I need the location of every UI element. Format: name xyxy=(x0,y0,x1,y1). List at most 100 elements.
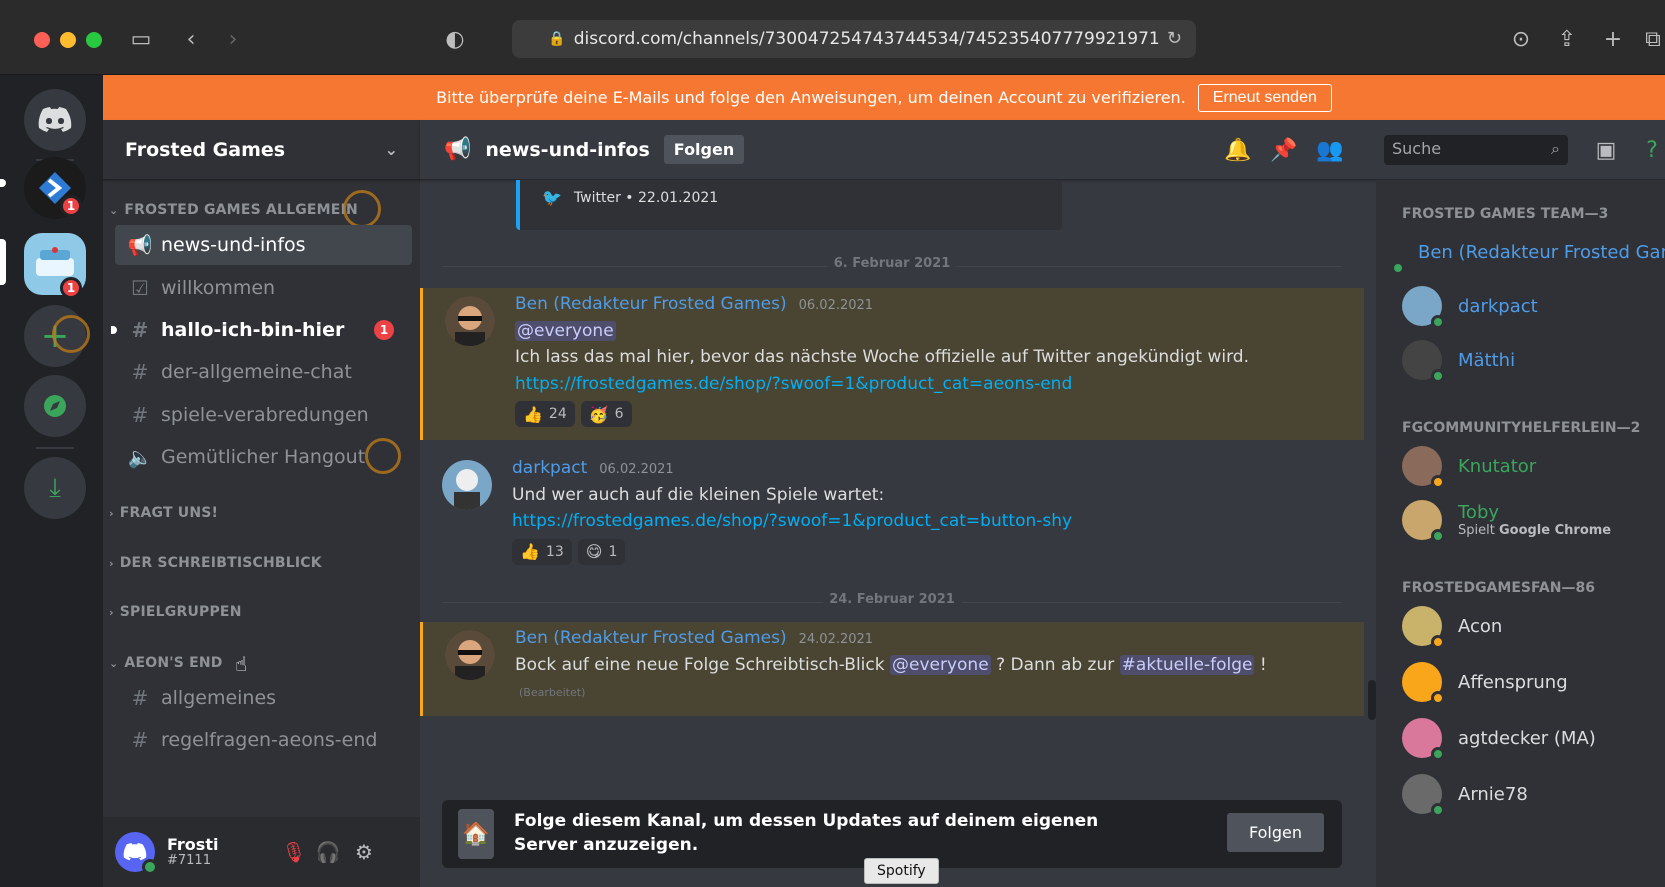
download-apps-button[interactable]: ⤓ xyxy=(24,457,86,519)
everyone-mention[interactable]: @everyone xyxy=(515,321,616,341)
online-status-icon xyxy=(1391,261,1405,275)
downloads-icon[interactable]: ⊙ xyxy=(1504,22,1538,56)
channel-spiele-verabredungen[interactable]: # spiele-verabredungen xyxy=(115,395,412,435)
avatar[interactable] xyxy=(442,460,492,510)
message-item[interactable]: Ben (Redakteur Frosted Games) 24.02.2021… xyxy=(420,622,1364,716)
channel-news-und-infos[interactable]: 📢 news-und-infos xyxy=(115,225,412,265)
member-name: agtdecker (MA) xyxy=(1458,727,1596,749)
discord-home-button[interactable] xyxy=(24,89,86,151)
activity-name: Google Chrome xyxy=(1498,523,1612,538)
channel-der-allgemeine-chat[interactable]: # der-allgemeine-chat xyxy=(115,352,412,392)
tab-overview-icon[interactable]: ⧉ xyxy=(1636,22,1665,56)
channel-label: der-allgemeine-chat xyxy=(161,361,352,383)
category-frosted-games-allgemein[interactable]: ⌄ FROSTED GAMES ALLGEMEIN xyxy=(109,202,358,218)
party-face-icon: 🥳 xyxy=(588,404,609,424)
everyone-mention[interactable]: @everyone xyxy=(889,655,991,675)
message-author[interactable]: darkpact xyxy=(512,458,587,478)
scrollbar[interactable] xyxy=(1368,680,1376,720)
member-item[interactable]: Arnie78 xyxy=(1402,770,1665,818)
explore-servers-button[interactable] xyxy=(24,375,86,437)
idle-status-icon xyxy=(1431,635,1445,649)
resend-email-button[interactable]: Erneut senden xyxy=(1197,83,1332,112)
verification-banner: Bitte überprüfe deine E-Mails und folge … xyxy=(103,75,1665,120)
category-fragt-uns[interactable]: › FRAGT UNS! xyxy=(109,505,218,521)
member-name: Affensprung xyxy=(1458,671,1568,693)
headphones-icon[interactable]: 🎧 xyxy=(315,839,341,865)
category-label: DER SCHREIBTISCHBLICK xyxy=(119,555,322,571)
message-item[interactable]: darkpact 06.02.2021 Und wer auch auf die… xyxy=(420,452,1364,580)
member-item[interactable]: Ben (Redakteur Frosted Games) xyxy=(1391,228,1665,276)
category-aeons-end[interactable]: ⌄ AEON'S END xyxy=(109,655,223,671)
member-item[interactable]: darkpact xyxy=(1402,282,1665,330)
member-list-icon[interactable]: 👥 xyxy=(1316,136,1344,164)
close-window-button[interactable] xyxy=(34,32,50,48)
minimize-window-button[interactable] xyxy=(60,32,76,48)
channel-label: allgemeines xyxy=(161,687,277,709)
pin-icon[interactable]: 📌 xyxy=(1270,136,1298,164)
unread-indicator xyxy=(0,179,6,187)
category-label: FRAGT UNS! xyxy=(119,505,219,521)
channel-hallo-ich-bin-hier[interactable]: # hallo-ich-bin-hier 1 xyxy=(111,310,412,350)
member-list: FROSTED GAMES TEAM—3 Ben (Redakteur Fros… xyxy=(1376,180,1665,887)
user-avatar-image xyxy=(445,296,495,346)
member-item[interactable]: agtdecker (MA) xyxy=(1402,714,1665,762)
download-icon: ⤓ xyxy=(49,472,61,503)
avatar[interactable] xyxy=(115,832,158,875)
reaction-thumbs-up[interactable]: 👍 13 xyxy=(512,538,572,565)
avatar[interactable] xyxy=(445,296,495,346)
date-divider: 24. Februar 2021 xyxy=(442,592,1342,607)
channel-regelfragen-aeons-end[interactable]: # regelfragen-aeons-end xyxy=(115,720,412,760)
category-label: FROSTED GAMES ALLGEMEIN xyxy=(124,202,358,218)
mute-microphone-icon[interactable]: 🎙 xyxy=(281,839,307,865)
member-item[interactable]: Mätthi xyxy=(1402,336,1665,384)
member-item[interactable]: Toby Spielt Google Chrome xyxy=(1402,496,1665,544)
zoom-window-button[interactable] xyxy=(86,32,102,48)
notification-bell-icon[interactable]: 🔔 xyxy=(1224,136,1252,164)
channel-mention[interactable]: #aktuelle-folge xyxy=(1119,655,1255,675)
new-tab-icon[interactable]: + xyxy=(1596,22,1630,56)
message-item[interactable]: Ben (Redakteur Frosted Games) 06.02.2021… xyxy=(420,288,1364,440)
member-group-header: FROSTEDGAMESFAN—86 xyxy=(1402,580,1595,596)
privacy-shield-icon[interactable]: ◐ xyxy=(438,22,472,56)
message-author[interactable]: Ben (Redakteur Frosted Games) xyxy=(515,628,787,648)
back-icon[interactable]: ‹ xyxy=(174,22,208,56)
sidebar-toggle-icon[interactable]: ▭ xyxy=(124,22,158,56)
category-der-schreibtischblick[interactable]: › DER SCHREIBTISCHBLICK xyxy=(109,555,322,571)
member-item[interactable]: Knutator xyxy=(1402,442,1665,490)
reload-icon[interactable]: ↻ xyxy=(1167,28,1182,49)
member-group-header: FROSTED GAMES TEAM—3 xyxy=(1402,206,1609,222)
help-icon[interactable]: ? xyxy=(1638,136,1665,164)
message-author[interactable]: Ben (Redakteur Frosted Games) xyxy=(515,294,787,314)
avatar[interactable] xyxy=(445,630,495,680)
message-body: Ben (Redakteur Frosted Games) 24.02.2021… xyxy=(515,628,1344,705)
verification-text: Bitte überprüfe deine E-Mails und folge … xyxy=(436,88,1186,107)
forward-icon[interactable]: › xyxy=(216,22,250,56)
chevron-down-icon: ⌄ xyxy=(109,656,119,670)
message-link[interactable]: https://frostedgames.de/shop/?swoof=1&pr… xyxy=(512,511,1072,531)
guild-header[interactable]: Frosted Games ⌄ xyxy=(103,120,420,180)
reaction-party[interactable]: 🥳 6 xyxy=(580,401,632,428)
channel-willkommen[interactable]: ☑ willkommen xyxy=(115,268,412,308)
date-divider: 6. Februar 2021 xyxy=(442,256,1342,271)
channel-allgemeines[interactable]: # allgemeines xyxy=(115,678,412,718)
member-item[interactable]: Affensprung xyxy=(1402,658,1665,706)
follow-channel-button[interactable]: Folgen xyxy=(663,135,745,164)
message-line: Und wer auch auf die kleinen Spiele wart… xyxy=(512,485,885,505)
idle-status-icon xyxy=(1431,475,1445,489)
follow-button[interactable]: Folgen xyxy=(1226,813,1324,852)
activity-prefix: Spielt xyxy=(1458,523,1495,538)
embed-footer: 🐦 Twitter • 22.01.2021 xyxy=(542,188,718,207)
address-bar[interactable]: 🔒 discord.com/channels/73004725474374453… xyxy=(512,20,1196,58)
search-input[interactable]: Suche ⌕ xyxy=(1384,135,1568,165)
message-link[interactable]: https://frostedgames.de/shop/?swoof=1&pr… xyxy=(515,374,1072,394)
member-item[interactable]: Acon xyxy=(1402,602,1665,650)
share-icon[interactable]: ⇪ xyxy=(1550,22,1584,56)
user-avatar-image xyxy=(445,630,495,680)
twitter-embed: 🐦 Twitter • 22.01.2021 xyxy=(516,180,1062,230)
settings-gear-icon[interactable]: ⚙ xyxy=(351,839,377,865)
message-header: Ben (Redakteur Frosted Games) 24.02.2021 xyxy=(515,628,1344,648)
category-spielgruppen[interactable]: › SPIELGRUPPEN xyxy=(109,604,242,620)
reaction-thumbs-up[interactable]: 👍 24 xyxy=(515,401,575,428)
inbox-icon[interactable]: ▣ xyxy=(1592,136,1620,164)
reaction-yum[interactable]: 😋 1 xyxy=(577,538,626,565)
